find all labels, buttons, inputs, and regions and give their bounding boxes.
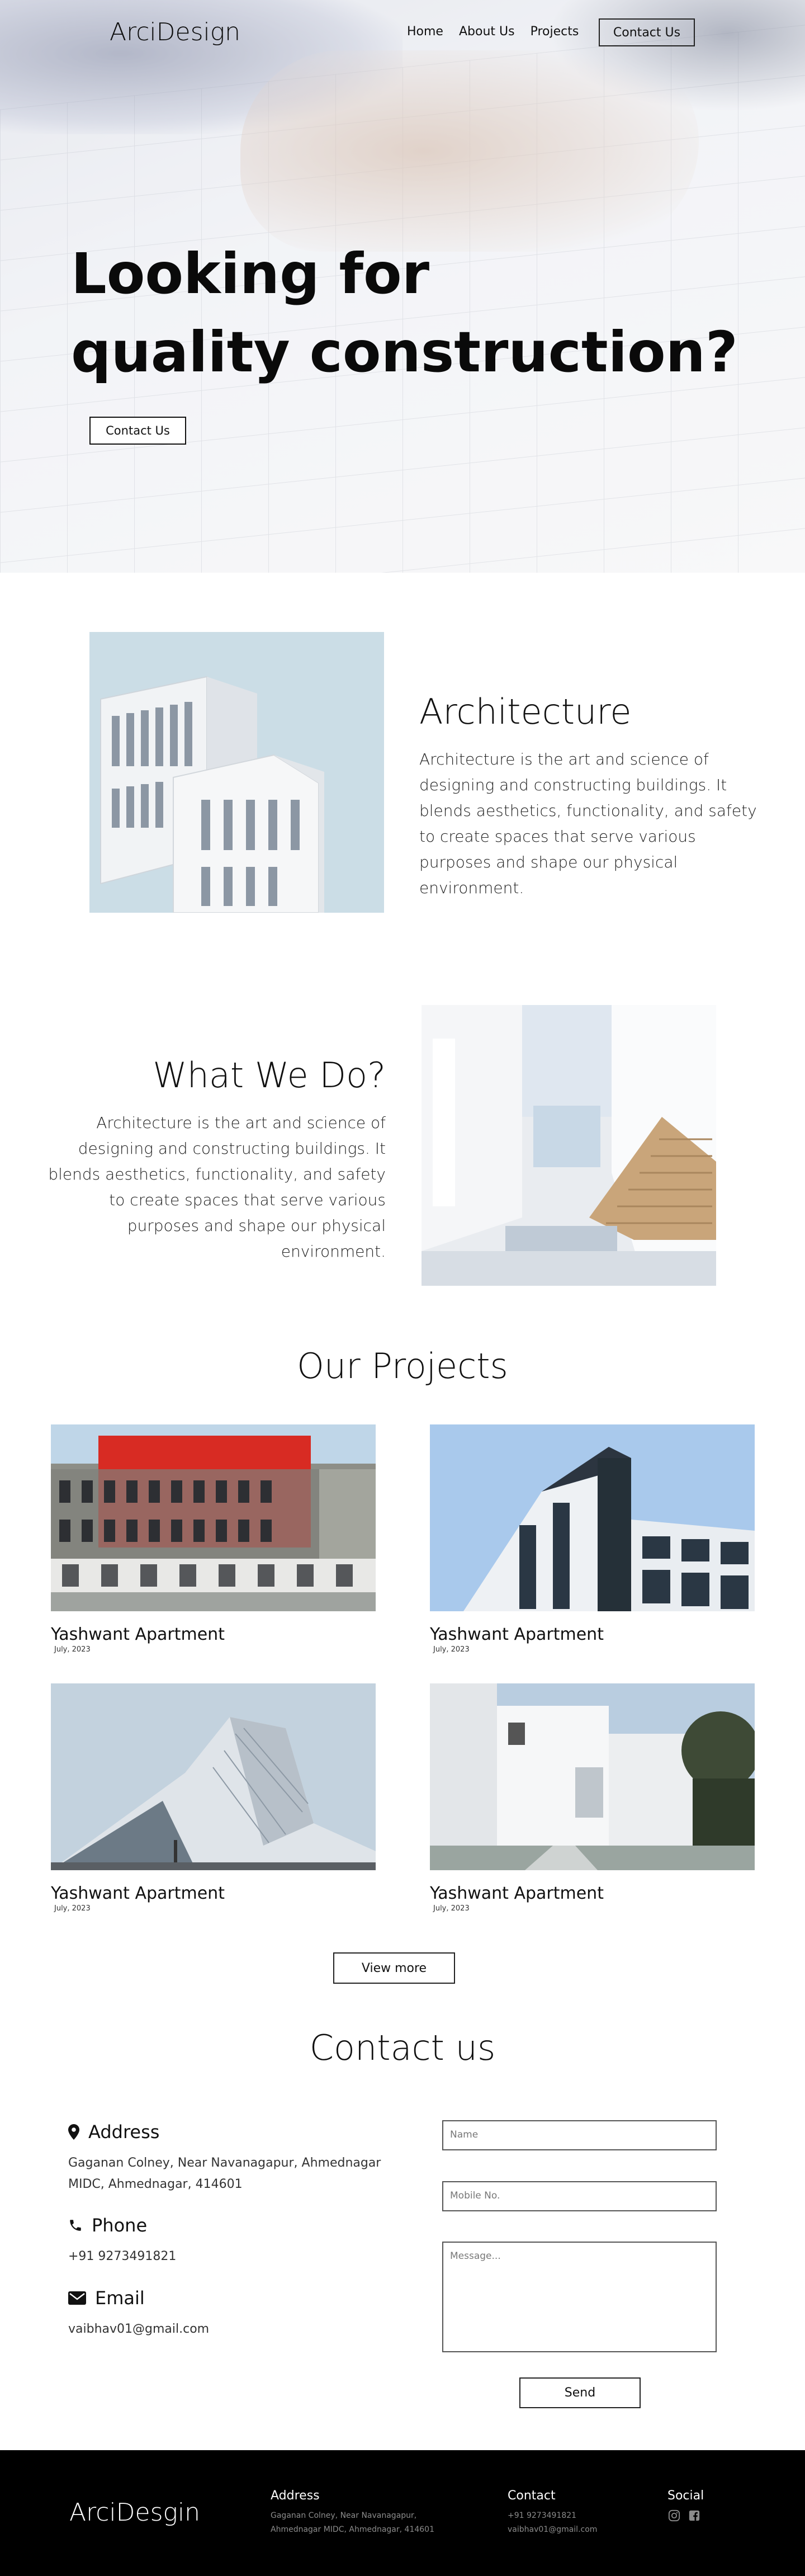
footer-address-text: Gaganan Colney, Near Navanagapur, Ahmedn…: [271, 2509, 434, 2537]
project-card[interactable]: Yashwant Apartment July, 2023: [430, 1683, 755, 1913]
project-date: July, 2023: [433, 1904, 470, 1913]
what-we-do-title: What We Do?: [153, 1055, 386, 1096]
location-pin-icon: [68, 2124, 79, 2140]
project-name: Yashwant Apartment: [51, 1625, 225, 1644]
phone-heading: Phone: [68, 2215, 147, 2236]
address-text: Gaganan Colney, Near Navanagapur, Ahmedn…: [68, 2156, 381, 2191]
footer-address-line2: Ahmednagar MIDC, Ahmednagar, 414601: [271, 2525, 434, 2534]
phone-text: +91 9273491821: [68, 2249, 177, 2263]
architecture-text: Architecture is the art and science of d…: [419, 750, 757, 897]
facebook-icon[interactable]: [688, 2509, 700, 2522]
project-image: [430, 1424, 755, 1611]
message-placeholder: Message...: [450, 2251, 501, 2262]
footer-address-line1: Gaganan Colney, Near Navanagapur,: [271, 2511, 417, 2520]
projects-title: Our Projects: [297, 1346, 508, 1386]
hero-title-line2: quality construction?: [71, 319, 738, 385]
nav-link-home[interactable]: Home: [407, 25, 443, 39]
view-more-button[interactable]: View more: [333, 1952, 455, 1984]
address-label: Address: [88, 2121, 160, 2143]
footer-phone[interactable]: +91 9273491821: [508, 2509, 597, 2523]
mobile-placeholder: Mobile No.: [450, 2190, 500, 2201]
project-name: Yashwant Apartment: [430, 1884, 604, 1903]
phone-icon: [70, 2220, 81, 2231]
footer-contact-heading: Contact: [508, 2489, 556, 2503]
instagram-icon[interactable]: [668, 2509, 680, 2522]
message-textarea[interactable]: Message...: [442, 2242, 717, 2352]
envelope-icon: [68, 2291, 86, 2305]
project-image: [51, 1424, 376, 1611]
interior-illustration: [422, 1005, 716, 1286]
nav-link-projects[interactable]: Projects: [531, 25, 579, 39]
project-date: July, 2023: [433, 1645, 470, 1654]
project-image: [430, 1683, 755, 1870]
site-logo[interactable]: ArciDesign: [110, 18, 240, 46]
project-name: Yashwant Apartment: [51, 1884, 225, 1903]
project-card[interactable]: Yashwant Apartment July, 2023: [430, 1424, 755, 1654]
project-image: [51, 1683, 376, 1870]
hero-section: ArciDesign Home About Us Projects Contac…: [0, 0, 805, 573]
footer-social-heading: Social: [667, 2489, 704, 2503]
mobile-input[interactable]: Mobile No.: [442, 2181, 717, 2211]
name-input[interactable]: Name: [442, 2120, 717, 2150]
project-name: Yashwant Apartment: [430, 1625, 604, 1644]
send-button[interactable]: Send: [519, 2377, 641, 2408]
nav-link-about[interactable]: About Us: [459, 25, 515, 39]
hero-title-line1: Looking for: [71, 241, 430, 306]
email-label: Email: [95, 2287, 145, 2309]
interior-image: [422, 1005, 716, 1286]
social-icons: [668, 2509, 700, 2522]
project-card[interactable]: Yashwant Apartment July, 2023: [51, 1424, 376, 1654]
email-text: vaibhav01@gmail.com: [68, 2322, 210, 2336]
footer-logo[interactable]: ArciDesgin: [69, 2498, 200, 2527]
hero-contact-button[interactable]: Contact Us: [89, 417, 186, 445]
contact-title: Contact us: [309, 2027, 496, 2068]
phone-label: Phone: [92, 2215, 148, 2236]
project-date: July, 2023: [54, 1645, 91, 1654]
what-we-do-text: Architecture is the art and science of d…: [48, 1114, 386, 1261]
name-placeholder: Name: [450, 2129, 479, 2140]
project-card[interactable]: Yashwant Apartment July, 2023: [51, 1683, 376, 1913]
email-heading: Email: [68, 2287, 145, 2309]
architecture-title: Architecture: [419, 691, 632, 732]
nav-contact-button[interactable]: Contact Us: [599, 18, 695, 46]
main-nav: Home About Us Projects: [407, 25, 579, 39]
footer-contact-text: +91 9273491821 vaibhav01@gmail.com: [508, 2509, 597, 2537]
footer-address-heading: Address: [271, 2489, 320, 2503]
address-heading: Address: [68, 2121, 159, 2143]
building-illustration: [89, 632, 384, 913]
footer: ArciDesgin Address Gaganan Colney, Near …: [0, 2450, 805, 2576]
hero-title: Looking for quality construction?: [71, 235, 738, 391]
architecture-image: [89, 632, 384, 913]
footer-email[interactable]: vaibhav01@gmail.com: [508, 2523, 597, 2537]
project-date: July, 2023: [54, 1904, 91, 1913]
